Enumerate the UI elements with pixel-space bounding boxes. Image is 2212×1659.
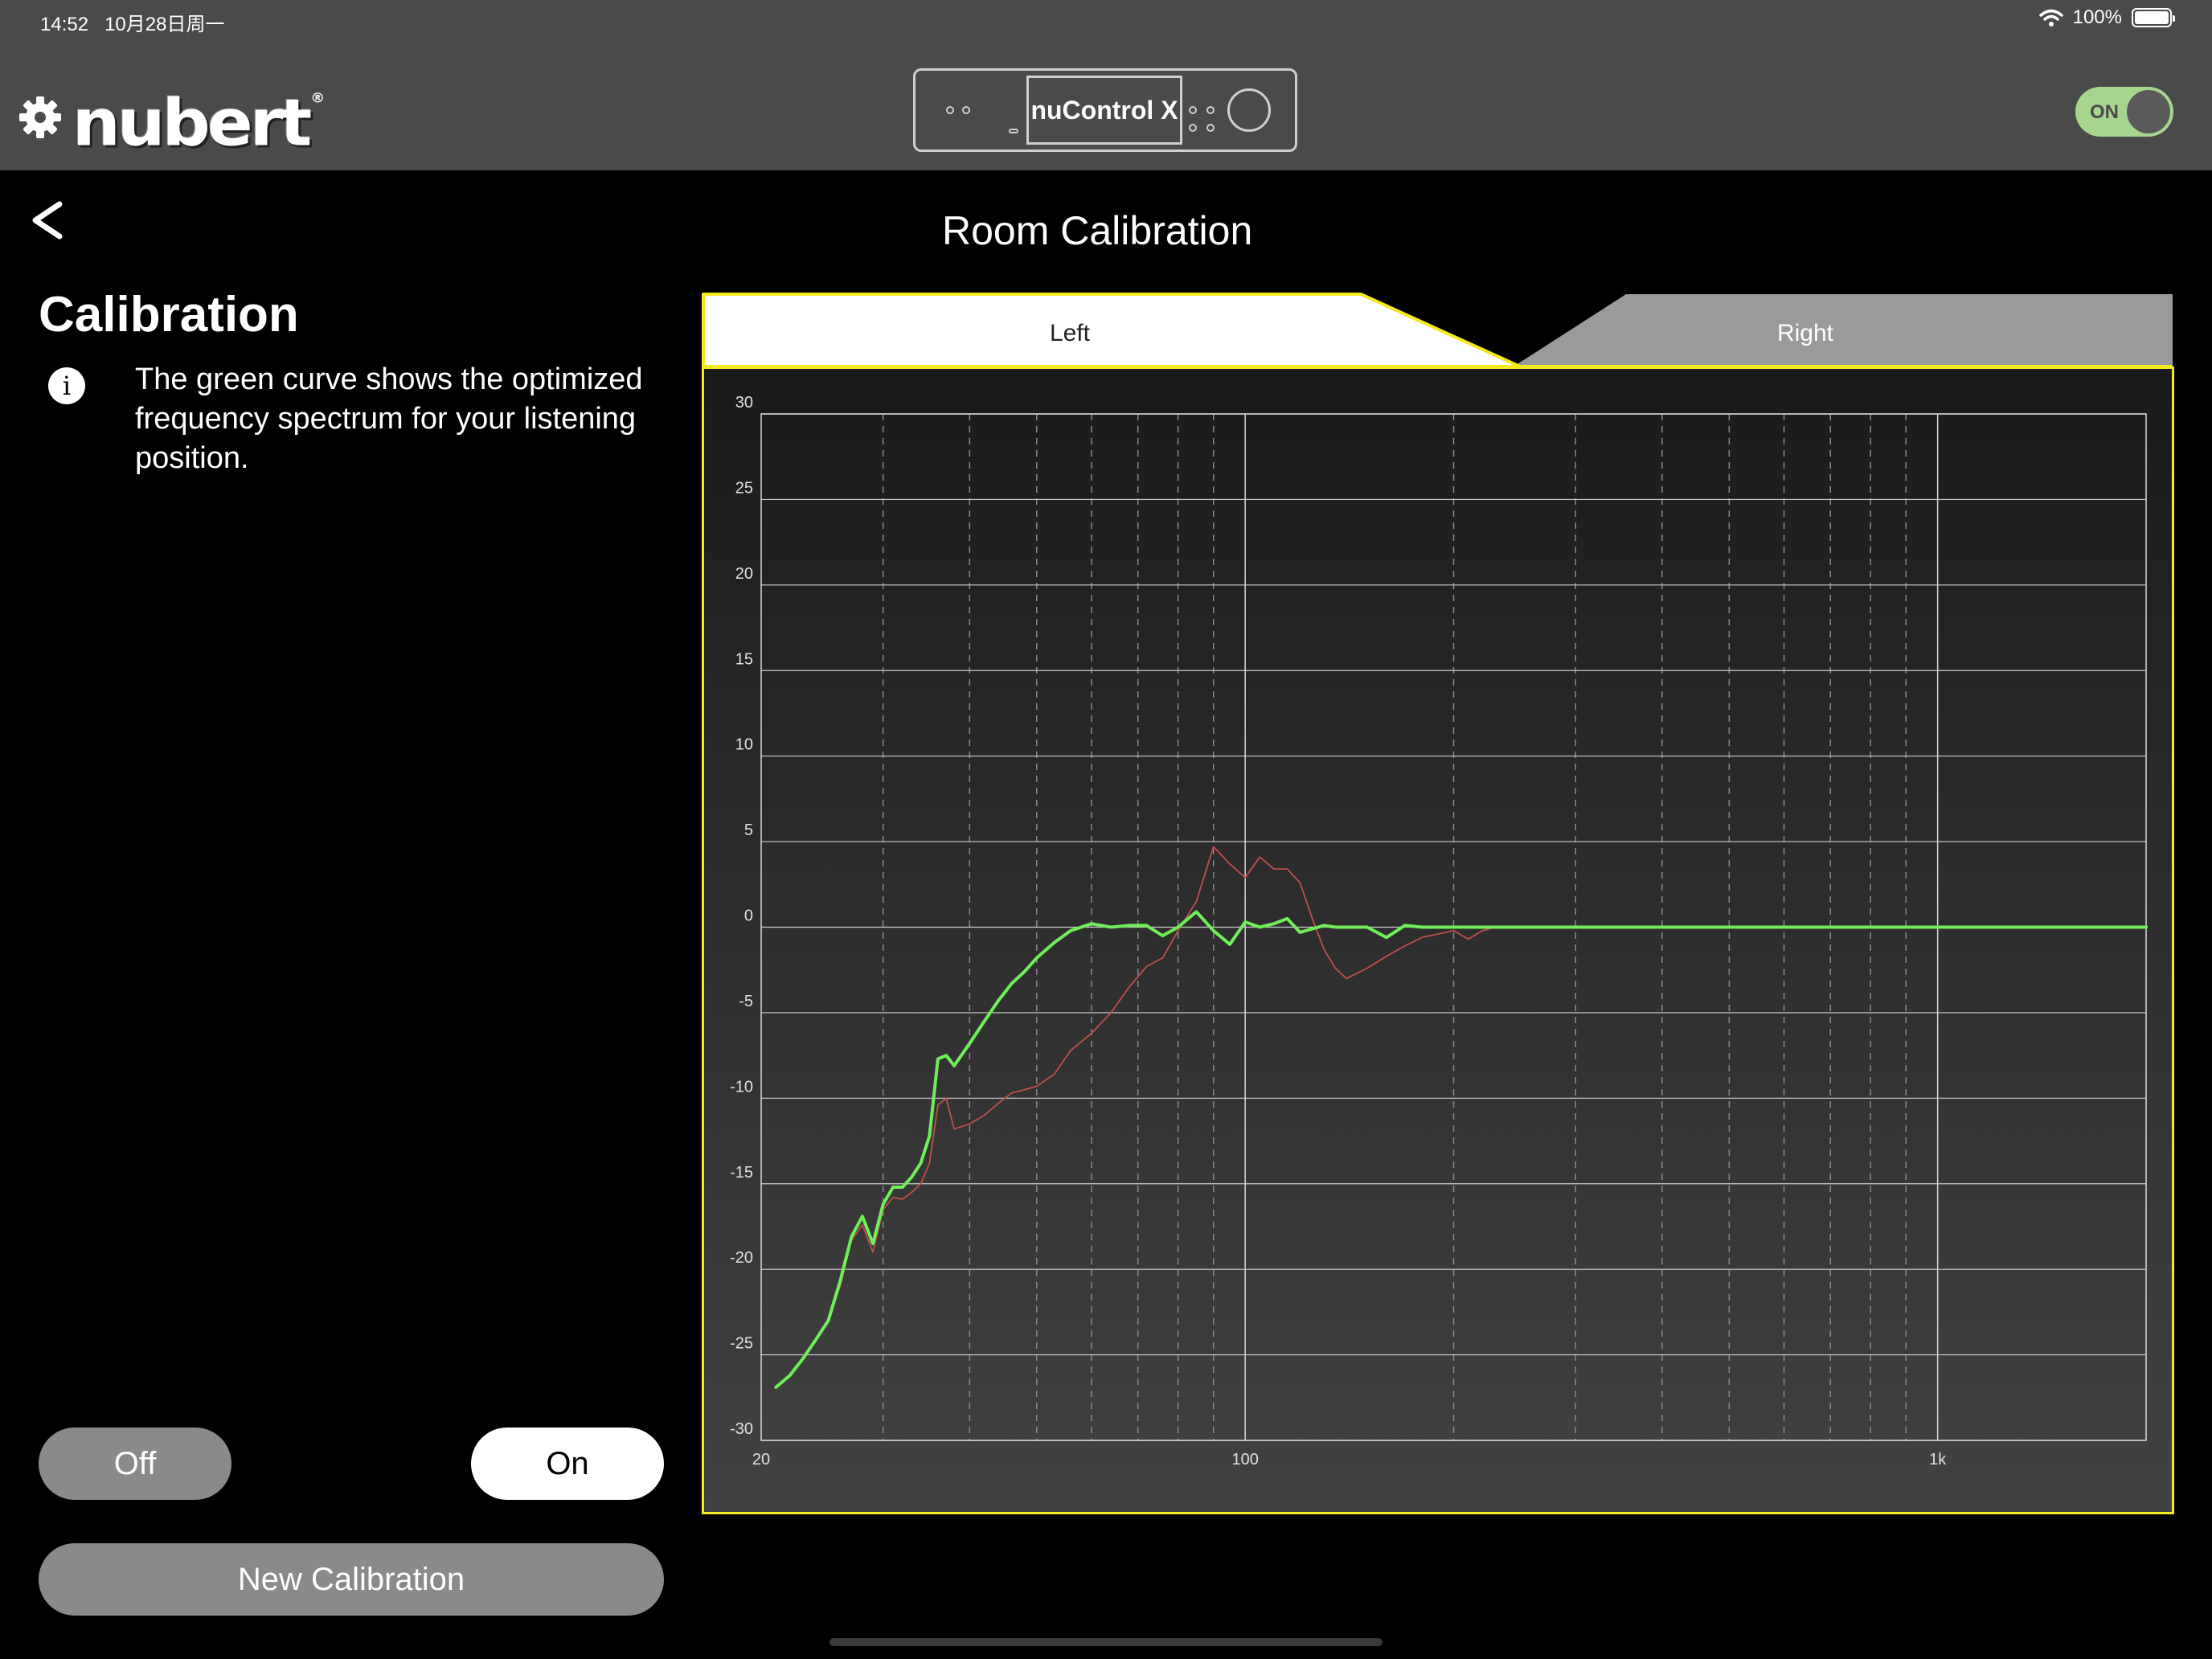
page-title: Room Calibration [942,208,1253,253]
volume-knob-icon [1227,88,1271,132]
calibration-info-text: The green curve shows the optimized freq… [135,363,643,475]
wifi-icon [2038,9,2063,27]
y-tick-label: -5 [739,993,753,1010]
calibration-heading: Calibration [39,287,299,342]
device-button-icon [1189,106,1197,114]
frequency-response-chart: 30 25 20 15 10 5 0 -5 -10 -15 -20 -25 -30 20 100 1k [730,394,2148,1469]
power-toggle[interactable]: ON [2075,87,2173,137]
device-selector[interactable]: nuControl X [913,68,1297,152]
status-right: 100% [2038,6,2175,29]
usb-port-icon [1009,129,1018,133]
y-tick-label: -30 [730,1420,753,1438]
info-icon: i [48,367,85,404]
tab-right[interactable] [1514,294,2173,367]
power-toggle-thumb [2127,90,2170,133]
y-tick-label: 10 [735,736,753,754]
device-button-icon [1189,124,1197,132]
device-button-icon [1206,106,1215,114]
y-tick-label: -25 [730,1335,753,1353]
device-led-icon [962,106,970,114]
x-tick-label: 100 [1231,1451,1258,1469]
y-tick-label: -10 [730,1078,753,1096]
y-tick-label: 0 [744,907,753,925]
chevron-left-icon[interactable] [27,196,68,244]
tab-right-label: Right [1777,320,1834,346]
series-line-optimized [774,910,2148,1389]
channel-tabs: Left Right [702,293,2173,368]
y-tick-label: 20 [735,565,753,583]
y-tick-label: 5 [744,821,753,839]
status-bar: 14:52 10月28日周一 100% [0,0,2212,39]
status-time: 14:52 10月28日周一 [40,14,225,35]
y-tick-label: 15 [735,650,753,668]
y-tick-label: 25 [735,479,753,497]
battery-icon [2132,8,2175,27]
new-calibration-button[interactable]: New Calibration [39,1543,664,1616]
chart-panel: 30 25 20 15 10 5 0 -5 -10 -15 -20 -25 -30 20 100 1k [702,367,2174,1514]
calibration-on-button[interactable]: On [471,1428,664,1500]
calibration-off-button[interactable]: Off [39,1428,231,1500]
device-button-icon [1206,124,1215,132]
home-indicator[interactable] [830,1638,1382,1646]
device-name: nuControl X [1026,76,1182,145]
tab-left-label: Left [1050,320,1091,346]
gear-icon[interactable] [18,95,63,140]
device-led-icon [946,106,954,114]
x-tick-label: 1k [1929,1451,1947,1469]
power-toggle-label: ON [2090,101,2119,123]
y-tick-label: 30 [735,394,753,412]
battery-percent: 100% [2072,6,2122,28]
y-tick-label: -15 [730,1164,753,1182]
y-tick-label: -20 [730,1249,753,1267]
tab-left[interactable] [702,293,1522,368]
app-header: nubert ® nuControl X ON [0,39,2212,170]
x-tick-label: 20 [752,1451,770,1469]
nubert-logo: nubert ® [72,85,326,161]
